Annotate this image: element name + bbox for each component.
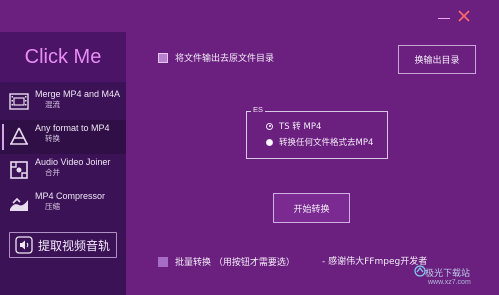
sidebar-item-title: Any format to MP4	[35, 123, 110, 133]
speaker-icon	[15, 236, 33, 254]
es-group: ES TS 转 MP4 转换任何文件格式去MP4	[246, 105, 388, 159]
merge-film-icon	[9, 93, 29, 110]
sidebar-item-subtitle: 合并	[45, 168, 60, 177]
sidebar-item-joiner[interactable]: Audio Video Joiner 合并	[0, 154, 126, 188]
batch-convert-checkbox[interactable]	[158, 256, 168, 267]
ts-to-mp4-radio[interactable]	[266, 122, 273, 130]
any-to-mp4-option[interactable]: 转换任何文件格式去MP4	[266, 136, 373, 148]
change-output-dir-button[interactable]: 换输出目录	[398, 45, 476, 74]
any-to-mp4-label: 转换任何文件格式去MP4	[279, 138, 374, 148]
close-icon	[458, 10, 470, 22]
sidebar-item-title: Audio Video Joiner	[35, 157, 111, 167]
watermark-text: 极光下载站	[425, 269, 471, 279]
batch-convert-label: 批量转换 （用按钮才需要选）	[175, 258, 295, 268]
title-bar	[0, 0, 499, 32]
close-button[interactable]	[456, 8, 472, 24]
any-to-mp4-radio[interactable]	[266, 138, 273, 146]
convert-icon	[10, 127, 28, 145]
ts-to-mp4-option[interactable]: TS 转 MP4	[266, 120, 321, 132]
sidebar-item-convert[interactable]: Any format to MP4 转换	[0, 120, 126, 154]
extract-audio-label: 提取视频音轨	[38, 238, 111, 253]
joiner-icon	[10, 161, 28, 179]
sidebar-item-subtitle: 压缩	[45, 202, 60, 211]
output-to-source-label: 将文件输出去原文件目录	[175, 54, 275, 64]
sidebar-item-merge[interactable]: Merge MP4 and M4A 混流	[0, 86, 126, 120]
sidebar-item-title: MP4 Compressor	[35, 191, 106, 201]
ts-to-mp4-label: TS 转 MP4	[279, 122, 322, 132]
app-title[interactable]: Click Me	[0, 32, 126, 82]
credit-text: - 感谢伟大FFmpeg开发者	[322, 257, 428, 267]
sidebar: Click Me Merge MP4 and M4A 混流 Any format…	[0, 32, 126, 295]
start-convert-button[interactable]: 开始转换	[273, 193, 350, 223]
extract-audio-button[interactable]: 提取视频音轨	[9, 232, 117, 258]
sidebar-item-compressor[interactable]: MP4 Compressor 压缩	[0, 188, 126, 222]
output-to-source-checkbox[interactable]	[158, 52, 168, 63]
batch-convert-option[interactable]: 批量转换 （用按钮才需要选）	[158, 255, 295, 268]
sidebar-item-subtitle: 混流	[45, 100, 60, 109]
app-window: Click Me Merge MP4 and M4A 混流 Any format…	[0, 0, 499, 295]
output-to-source-option[interactable]: 将文件输出去原文件目录	[158, 51, 274, 64]
sidebar-item-title: Merge MP4 and M4A	[35, 89, 121, 99]
minimize-icon	[438, 18, 450, 19]
minimize-button[interactable]	[436, 8, 452, 24]
sidebar-item-subtitle: 转换	[45, 134, 60, 143]
watermark-url: www.xz7.com	[428, 279, 471, 286]
es-legend: ES	[251, 105, 266, 114]
compressor-icon	[10, 197, 28, 211]
